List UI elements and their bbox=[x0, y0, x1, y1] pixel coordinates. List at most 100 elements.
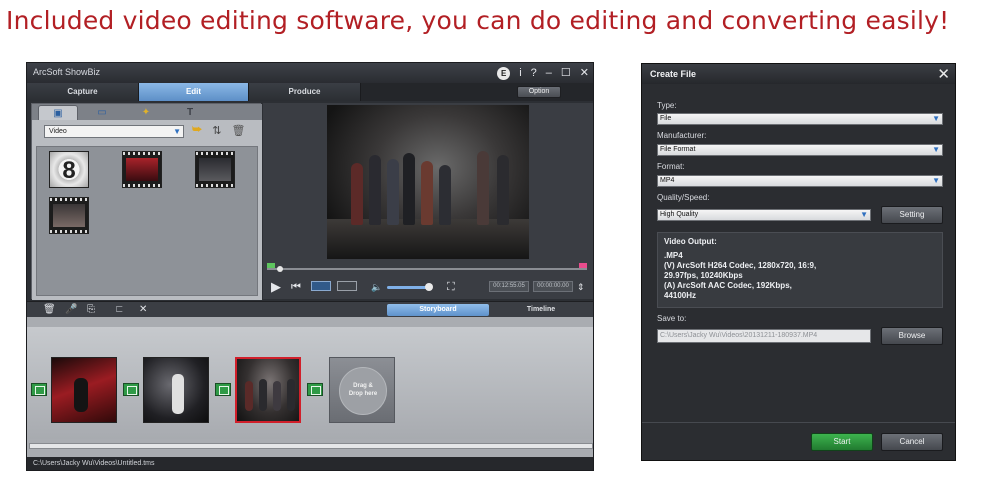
close-icon[interactable]: ✕ bbox=[580, 65, 589, 81]
storyboard-lane: Drag & Drop here bbox=[27, 327, 593, 439]
delete-icon[interactable]: 🗑 bbox=[231, 124, 245, 137]
video-thumbnail[interactable] bbox=[195, 151, 235, 188]
quality-value: High Quality bbox=[660, 211, 699, 218]
output-line: 29.97fps, 10240Kbps bbox=[664, 271, 743, 280]
app-titlebar: ArcSoft ShowBiz E i ? – ☐ ✕ bbox=[27, 63, 593, 83]
preview-panel: ▶ ⏮ 🔈 ⛶ 00:12:55.05 00:00:00.00 ⇕ bbox=[263, 103, 593, 299]
transition-icon[interactable] bbox=[215, 383, 231, 396]
promo-headline: Included video editing software, you can… bbox=[6, 6, 950, 35]
format-select[interactable]: MP4 ▼ bbox=[657, 175, 943, 187]
showbiz-window: ArcSoft ShowBiz E i ? – ☐ ✕ Capture Edit… bbox=[26, 62, 594, 471]
video-thumbnail[interactable] bbox=[49, 197, 89, 234]
cancel-button[interactable]: Cancel bbox=[881, 433, 943, 451]
trim-icon[interactable]: ⊏ bbox=[115, 303, 123, 317]
tab-timeline[interactable]: Timeline bbox=[491, 304, 591, 316]
chevron-down-icon: ▼ bbox=[860, 210, 868, 219]
dialog-titlebar: Create File ✕ bbox=[642, 64, 955, 84]
format-value: MP4 bbox=[660, 177, 675, 184]
volume-handle[interactable] bbox=[425, 283, 433, 291]
storyboard-clip[interactable] bbox=[143, 357, 209, 423]
video-preview[interactable] bbox=[327, 105, 529, 259]
library-actions: ⮩ ⇅ 🗑 bbox=[192, 124, 245, 137]
chevron-down-icon: ▼ bbox=[932, 145, 940, 154]
media-grid: 8 bbox=[36, 146, 258, 296]
fullscreen-icon[interactable]: ⛶ bbox=[447, 280, 455, 294]
drop-text-line2: Drop here bbox=[348, 391, 378, 397]
seek-bar[interactable] bbox=[267, 263, 587, 272]
manufacturer-select[interactable]: File Format ▼ bbox=[657, 144, 943, 156]
chevron-down-icon: ▼ bbox=[932, 176, 940, 185]
category-value: Video bbox=[49, 128, 67, 135]
remove-icon[interactable]: ✕ bbox=[139, 303, 147, 317]
split-view-icon[interactable] bbox=[337, 281, 357, 291]
setting-button[interactable]: Setting bbox=[881, 206, 943, 224]
chevron-down-icon: ▼ bbox=[173, 127, 181, 136]
quality-select[interactable]: High Quality ▼ bbox=[657, 209, 871, 221]
seek-handle[interactable] bbox=[277, 266, 283, 272]
play-icon[interactable]: ▶ bbox=[271, 280, 281, 294]
transition-icon[interactable] bbox=[123, 383, 139, 396]
quality-label: Quality/Speed: bbox=[657, 193, 710, 202]
main-tabs: Capture Edit Produce Option bbox=[27, 83, 593, 101]
volume-icon[interactable]: 🔈 bbox=[371, 280, 382, 294]
tab-storyboard[interactable]: Storyboard bbox=[387, 304, 489, 316]
dialog-divider bbox=[642, 422, 955, 423]
microphone-icon[interactable]: 🎤 bbox=[65, 303, 77, 317]
browse-button[interactable]: Browse bbox=[881, 327, 943, 345]
time-stepper-icon[interactable]: ⇕ bbox=[577, 280, 585, 294]
text-tab-icon[interactable]: T bbox=[170, 105, 210, 120]
tab-produce[interactable]: Produce bbox=[249, 83, 361, 101]
manufacturer-label: Manufacturer: bbox=[657, 131, 707, 140]
storyboard-clip-selected[interactable] bbox=[235, 357, 301, 423]
start-button[interactable]: Start bbox=[811, 433, 873, 451]
media-library: ▣ ▭ ✦ T Video ▼ ⮩ ⇅ 🗑 8 bbox=[31, 103, 262, 300]
library-body: Video ▼ ⮩ ⇅ 🗑 8 bbox=[32, 120, 262, 300]
minimize-icon[interactable]: – bbox=[546, 65, 552, 81]
type-value: File bbox=[660, 115, 672, 122]
mark-in-marker[interactable] bbox=[267, 263, 275, 268]
tab-capture[interactable]: Capture bbox=[27, 83, 139, 101]
transition-icon[interactable] bbox=[31, 383, 47, 396]
chevron-down-icon: ▼ bbox=[932, 114, 940, 123]
single-view-icon[interactable] bbox=[311, 281, 331, 291]
star-tab-icon[interactable]: ✦ bbox=[126, 105, 166, 120]
info-icon[interactable]: i bbox=[519, 65, 521, 81]
format-label: Format: bbox=[657, 162, 685, 171]
close-icon[interactable]: ✕ bbox=[937, 65, 950, 83]
delete-icon[interactable]: 🗑 bbox=[43, 303, 56, 317]
e-icon[interactable]: E bbox=[497, 66, 511, 80]
transition-icon[interactable] bbox=[307, 383, 323, 396]
output-line: .MP4 bbox=[664, 251, 683, 260]
output-line: (A) ArcSoft AAC Codec, 192Kbps, bbox=[664, 281, 792, 290]
storyboard-scrollbar[interactable] bbox=[29, 443, 593, 449]
output-line: (V) ArcSoft H264 Codec, 1280x720, 16:9, bbox=[664, 261, 817, 270]
save-path-field[interactable]: C:\Users\Jacky Wu\Videos\20131211-180937… bbox=[657, 329, 871, 343]
tab-edit[interactable]: Edit bbox=[139, 83, 249, 101]
video-output-panel: Video Output: .MP4 (V) ArcSoft H264 Code… bbox=[657, 232, 943, 308]
project-path: C:\Users\Jacky Wu\Videos\Untitled.tms bbox=[33, 460, 155, 467]
storyboard: Drag & Drop here bbox=[27, 317, 593, 457]
effects-tab-icon[interactable]: ▭ bbox=[82, 105, 122, 120]
create-file-dialog: Create File ✕ Type: File ▼ Manufacturer:… bbox=[641, 63, 956, 461]
type-label: Type: bbox=[657, 101, 677, 110]
extract-icon[interactable]: ⎘ bbox=[87, 303, 95, 317]
drop-zone[interactable]: Drag & Drop here bbox=[329, 357, 395, 423]
media-tab-icon[interactable]: ▣ bbox=[38, 105, 78, 120]
mark-out-marker[interactable] bbox=[579, 263, 587, 268]
import-icon[interactable]: ⮩ bbox=[192, 124, 202, 137]
category-select[interactable]: Video ▼ bbox=[44, 125, 184, 138]
video-thumbnail[interactable] bbox=[122, 151, 162, 188]
type-select[interactable]: File ▼ bbox=[657, 113, 943, 125]
output-title: Video Output: bbox=[664, 237, 717, 246]
previous-frame-icon[interactable]: ⏮ bbox=[291, 280, 301, 294]
sort-icon[interactable]: ⇅ bbox=[212, 124, 221, 137]
storyboard-clip[interactable] bbox=[51, 357, 117, 423]
help-icon[interactable]: ? bbox=[531, 65, 537, 81]
dialog-title: Create File bbox=[650, 69, 697, 79]
option-button[interactable]: Option bbox=[517, 86, 561, 98]
save-to-label: Save to: bbox=[657, 314, 687, 323]
drop-text-line1: Drag & bbox=[353, 383, 373, 389]
maximize-icon[interactable]: ☐ bbox=[561, 65, 571, 81]
countdown-thumbnail[interactable]: 8 bbox=[49, 151, 89, 188]
current-time: 00:12:55.05 bbox=[489, 281, 529, 292]
